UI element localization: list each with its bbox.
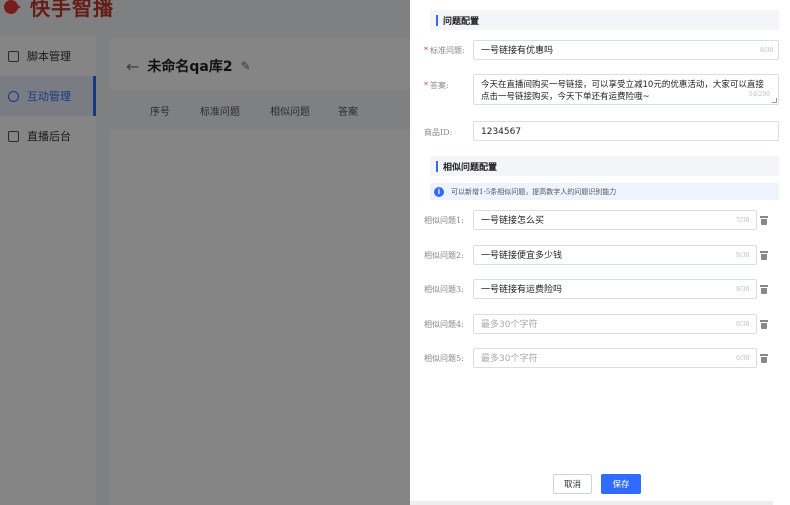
similar-question-config-section-title: 相似问题配置 xyxy=(430,156,779,176)
cancel-button[interactable]: 取消 xyxy=(553,474,592,494)
similar-question-1-label: 相似问题1: xyxy=(424,216,464,225)
product-id-input[interactable]: 1234567 xyxy=(473,121,779,141)
question-config-section-title: 问题配置 xyxy=(430,10,779,30)
drawer-footer-scrollbar xyxy=(410,501,773,505)
similar-question-5-counter: 0/30 xyxy=(736,355,750,362)
info-icon: i xyxy=(434,186,444,197)
delete-similar-question-4-icon[interactable] xyxy=(760,320,768,329)
similar-question-3-input[interactable]: 一号链接有运费险吗 xyxy=(473,279,757,299)
delete-similar-question-2-icon[interactable] xyxy=(760,251,768,260)
info-text: 可以新增1-5条相似问题，提高数字人的问题识别能力 xyxy=(451,187,617,196)
save-button[interactable]: 保存 xyxy=(601,474,641,494)
similar-question-4-label: 相似问题4: xyxy=(424,320,464,329)
qa-edit-drawer: 问题配置 * 标准问题: 一号链接有优惠吗 8/30 * 答案: 今天在直播间购买一… xyxy=(410,0,790,505)
background-app: 快手智播 脚本管理 互动管理 直播后台 ← 未命名qa库2 ✎ 序号 标准问题 … xyxy=(0,0,410,505)
answer-textarea[interactable]: 今天在直播间购买一号链接，可以享受立减10元的优惠活动，大家可以直接点击一号链接… xyxy=(473,74,779,105)
section-title-text: 相似问题配置 xyxy=(443,162,498,173)
delete-similar-question-1-icon[interactable] xyxy=(760,216,768,225)
similar-question-5-input[interactable]: 最多30个字符 xyxy=(473,348,757,368)
answer-text: 今天在直播间购买一号链接，可以享受立减10元的优惠活动，大家可以直接点击一号链接… xyxy=(481,80,764,102)
similar-question-1-counter: 7/30 xyxy=(736,217,750,224)
similar-question-3-label: 相似问题3: xyxy=(424,285,464,294)
similar-question-3-counter: 9/30 xyxy=(736,286,750,293)
info-bar: i 可以新增1-5条相似问题，提高数字人的问题识别能力 xyxy=(430,183,779,200)
standard-question-counter: 8/30 xyxy=(760,47,774,54)
resize-handle-icon[interactable] xyxy=(772,98,777,103)
standard-question-input[interactable]: 一号链接有优惠吗 xyxy=(473,40,779,60)
answer-counter: 54/200 xyxy=(748,91,770,98)
similar-question-4-input[interactable]: 最多30个字符 xyxy=(473,314,757,334)
similar-question-2-counter: 9/30 xyxy=(736,252,750,259)
answer-label: * 答案: xyxy=(424,81,449,90)
similar-question-4-counter: 0/30 xyxy=(736,321,750,328)
similar-question-2-label: 相似问题2: xyxy=(424,251,464,260)
section-title-text: 问题配置 xyxy=(443,16,480,27)
similar-question-1-input[interactable]: 一号链接怎么买 xyxy=(473,210,757,230)
product-id-label: 商品ID: xyxy=(424,128,453,137)
modal-overlay[interactable] xyxy=(0,0,410,505)
delete-similar-question-3-icon[interactable] xyxy=(760,285,768,294)
delete-similar-question-5-icon[interactable] xyxy=(760,354,768,363)
standard-question-label: * 标准问题: xyxy=(424,46,465,55)
similar-question-2-input[interactable]: 一号链接便宜多少钱 xyxy=(473,245,757,265)
similar-question-5-label: 相似问题5: xyxy=(424,354,464,363)
